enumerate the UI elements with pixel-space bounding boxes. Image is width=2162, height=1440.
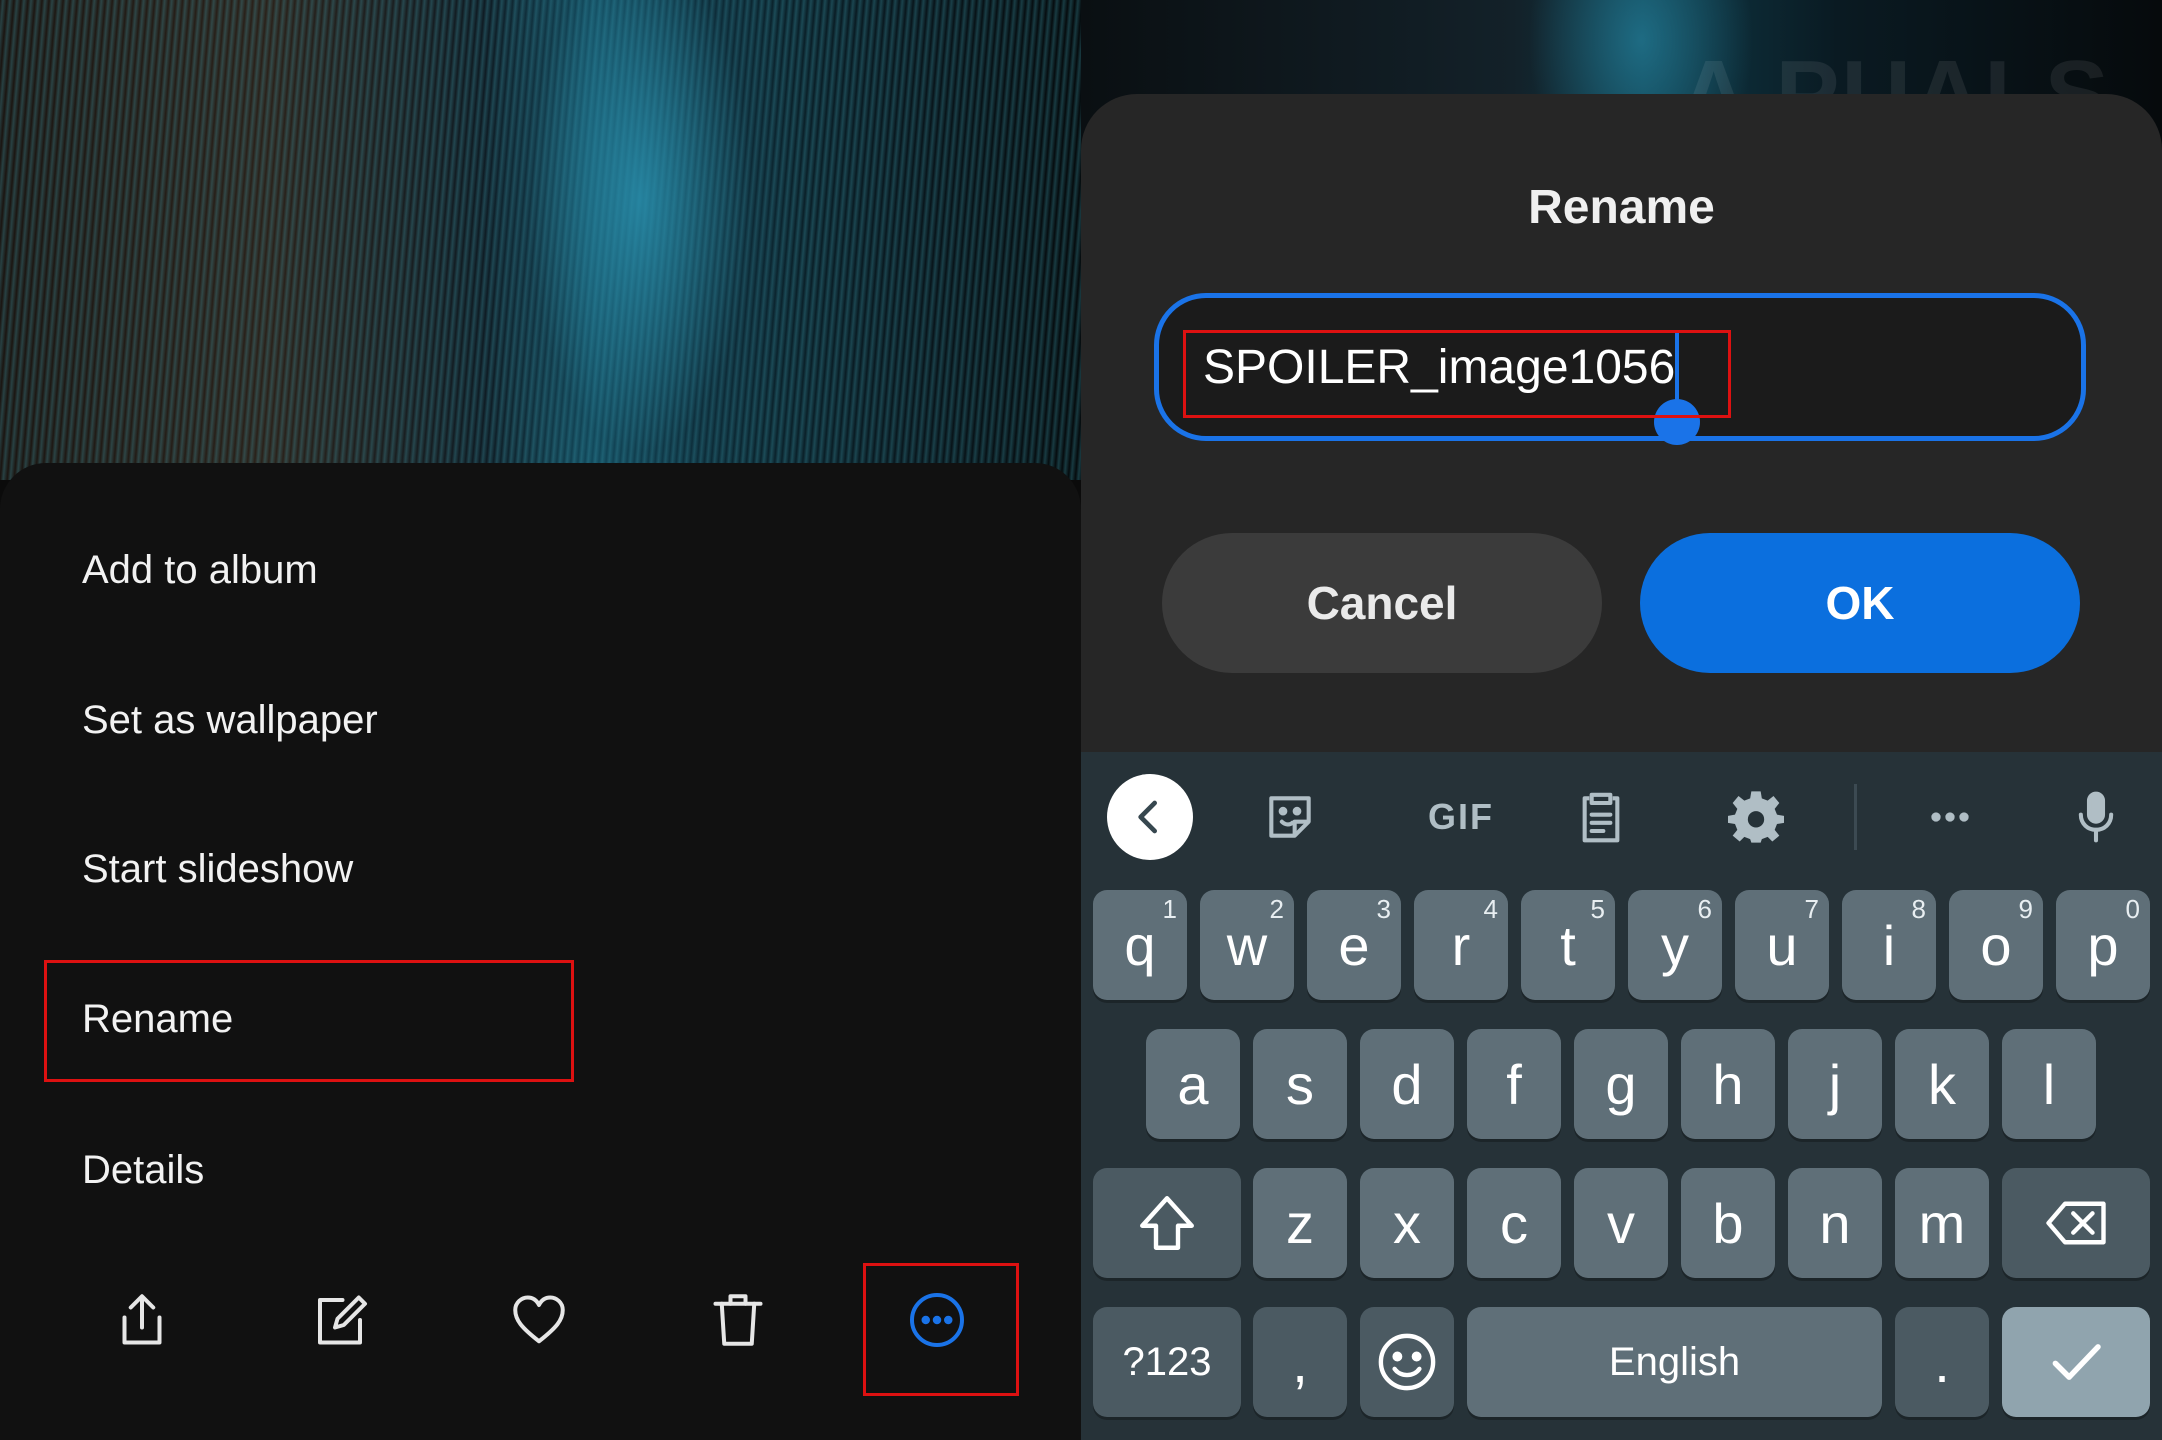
space-key[interactable]: English (1467, 1307, 1882, 1417)
key-d[interactable]: d (1360, 1029, 1454, 1139)
key-h[interactable]: h (1681, 1029, 1775, 1139)
key-hint: 5 (1590, 894, 1605, 924)
key-label: t (1560, 913, 1576, 977)
key-u[interactable]: u7 (1735, 890, 1829, 1000)
delete-icon[interactable] (708, 1290, 768, 1350)
menu-item-details[interactable]: Details (82, 1145, 204, 1195)
gif-button[interactable]: GIF (1401, 774, 1521, 860)
key-w[interactable]: w2 (1200, 890, 1294, 1000)
mic-icon[interactable] (2053, 774, 2139, 860)
key-label: o (1980, 913, 2012, 977)
key-e[interactable]: e3 (1307, 890, 1401, 1000)
photo-preview (0, 0, 1081, 480)
ok-button[interactable]: OK (1640, 533, 2080, 673)
gallery-panel: Add to album Set as wallpaper Start slid… (0, 0, 1081, 1440)
rename-highlight-box (44, 960, 574, 1082)
key-v[interactable]: v (1574, 1168, 1668, 1278)
share-icon[interactable] (112, 1290, 172, 1350)
keyboard: GIF q1 w2 e3 r4 t5 y6 u7 i8 o9 p0 a s d … (1081, 752, 2162, 1440)
key-label: q (1124, 913, 1156, 977)
more-icon[interactable] (1907, 774, 1993, 860)
menu-item-set-as-wallpaper[interactable]: Set as wallpaper (82, 695, 378, 745)
key-hint: 3 (1376, 894, 1391, 924)
key-o[interactable]: o9 (1949, 890, 2043, 1000)
key-x[interactable]: x (1360, 1168, 1454, 1278)
more-options-highlight-box (863, 1263, 1019, 1396)
key-c[interactable]: c (1467, 1168, 1561, 1278)
shift-icon (1140, 1196, 1194, 1250)
key-hint: 9 (2018, 894, 2033, 924)
keyboard-toolbar: GIF (1081, 752, 2162, 872)
gif-label: GIF (1428, 796, 1494, 837)
menu-item-start-slideshow[interactable]: Start slideshow (82, 844, 353, 894)
key-z[interactable]: z (1253, 1168, 1347, 1278)
key-hint: 0 (2125, 894, 2140, 924)
key-label: e (1338, 913, 1370, 977)
cancel-button[interactable]: Cancel (1162, 533, 1602, 673)
heart-icon[interactable] (509, 1290, 569, 1350)
backspace-icon (2046, 1201, 2106, 1245)
key-n[interactable]: n (1788, 1168, 1882, 1278)
key-m[interactable]: m (1895, 1168, 1989, 1278)
clipboard-icon[interactable] (1558, 774, 1644, 860)
key-b[interactable]: b (1681, 1168, 1775, 1278)
key-label: p (2087, 913, 2119, 977)
key-hint: 1 (1162, 894, 1177, 924)
key-label: i (1882, 913, 1896, 977)
symbols-label: ?123 (1122, 1339, 1212, 1384)
key-hint: 7 (1804, 894, 1819, 924)
back-icon[interactable] (1107, 774, 1193, 860)
key-label: w (1226, 913, 1268, 977)
comma-key[interactable]: , (1253, 1307, 1347, 1417)
done-key[interactable] (2002, 1307, 2150, 1417)
key-j[interactable]: j (1788, 1029, 1882, 1139)
settings-icon[interactable] (1713, 774, 1799, 860)
key-k[interactable]: k (1895, 1029, 1989, 1139)
key-label: r (1451, 913, 1471, 977)
key-t[interactable]: t5 (1521, 890, 1615, 1000)
symbols-key[interactable]: ?123 (1093, 1307, 1241, 1417)
shift-key[interactable] (1093, 1168, 1241, 1278)
rename-panel: A PUALS Rename SPOILER_image1056 Cancel … (1081, 0, 2162, 1440)
key-label: u (1766, 913, 1798, 977)
period-key[interactable]: . (1895, 1307, 1989, 1417)
checkmark-icon (2052, 1344, 2101, 1380)
edit-icon[interactable] (310, 1290, 370, 1350)
dialog-title: Rename (1528, 181, 1715, 234)
toolbar-divider (1854, 784, 1857, 850)
key-hint: 8 (1911, 894, 1926, 924)
key-q[interactable]: q1 (1093, 890, 1187, 1000)
key-p[interactable]: p0 (2056, 890, 2150, 1000)
space-label: English (1608, 1339, 1741, 1384)
backspace-key[interactable] (2002, 1168, 2150, 1278)
key-hint: 4 (1483, 894, 1498, 924)
key-l[interactable]: l (2002, 1029, 2096, 1139)
key-s[interactable]: s (1253, 1029, 1347, 1139)
emoji-key[interactable] (1360, 1307, 1454, 1417)
key-hint: 2 (1269, 894, 1284, 924)
menu-item-add-to-album[interactable]: Add to album (82, 545, 318, 595)
filename-highlight-box (1183, 330, 1731, 418)
emoji-icon (1378, 1333, 1436, 1391)
sticker-icon[interactable] (1247, 774, 1333, 860)
key-label: y (1661, 913, 1689, 977)
key-hint: 6 (1697, 894, 1712, 924)
key-g[interactable]: g (1574, 1029, 1668, 1139)
key-i[interactable]: i8 (1842, 890, 1936, 1000)
key-r[interactable]: r4 (1414, 890, 1508, 1000)
key-y[interactable]: y6 (1628, 890, 1722, 1000)
key-f[interactable]: f (1467, 1029, 1561, 1139)
key-a[interactable]: a (1146, 1029, 1240, 1139)
